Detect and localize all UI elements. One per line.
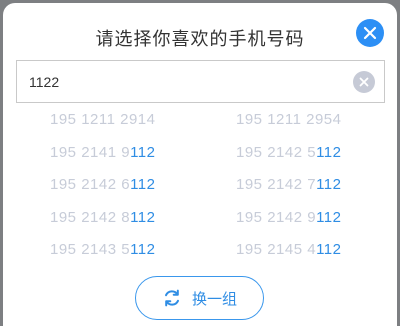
refresh-button[interactable]: 换一组	[135, 276, 264, 320]
phone-number-option[interactable]: 195 2145 4112	[236, 241, 342, 258]
phone-number-prefix: 195 2141 9	[50, 143, 131, 161]
phone-number-match-highlight: 112	[316, 208, 342, 226]
phone-number-option[interactable]: 195 2142 7112	[236, 176, 342, 193]
phone-number-prefix: 195 2142 5	[236, 143, 317, 161]
phone-number-match-highlight: 112	[316, 176, 342, 193]
phone-number-option[interactable]: 195 2142 8112	[50, 209, 156, 226]
phone-number-prefix: 195 2142 9	[236, 208, 317, 226]
phone-number-match-highlight: 112	[316, 143, 342, 161]
phone-number-prefix: 195 2145 4	[236, 241, 317, 258]
phone-number-match-highlight: 112	[130, 176, 156, 193]
number-row: 195 2141 9112 195 2142 5112	[3, 144, 397, 177]
number-row: 195 2143 5112 195 2145 4112	[3, 241, 397, 274]
clear-search-button[interactable]	[353, 71, 375, 93]
phone-number-option[interactable]: 195 2141 9112	[50, 144, 156, 161]
phone-number-option[interactable]: 195 2142 6112	[50, 176, 156, 193]
phone-number-option[interactable]: 195 2143 5112	[50, 241, 156, 258]
close-icon	[363, 26, 377, 40]
number-row: 195 1211 2914 195 1211 2954	[3, 111, 397, 144]
number-list: 195 1211 2914 195 1211 2954 195 2141 9112 1…	[3, 111, 397, 274]
phone-number-match-highlight: 112	[130, 143, 156, 161]
refresh-icon	[164, 289, 179, 307]
search-box	[16, 60, 385, 103]
phone-number-prefix: 195 1211 2914	[50, 111, 156, 128]
phone-number-prefix: 195 2142 6	[50, 176, 131, 193]
phone-number-option[interactable]: 195 1211 2914	[50, 111, 156, 128]
phone-number-option[interactable]: 195 2142 5112	[236, 144, 342, 161]
phone-number-option[interactable]: 195 1211 2954	[236, 111, 342, 128]
phone-number-match-highlight: 112	[316, 241, 342, 258]
number-row: 195 2142 8112 195 2142 9112	[3, 209, 397, 242]
phone-number-prefix: 195 1211 2954	[236, 111, 342, 128]
search-input[interactable]	[29, 71, 329, 93]
phone-number-match-highlight: 112	[130, 208, 156, 226]
clear-icon	[359, 77, 369, 87]
number-row: 195 2142 6112 195 2142 7112	[3, 176, 397, 209]
close-button[interactable]	[356, 19, 384, 47]
phone-number-prefix: 195 2142 7	[236, 176, 317, 193]
phone-number-prefix: 195 2143 5	[50, 241, 131, 258]
dialog-title: 请选择你喜欢的手机号码	[95, 29, 305, 50]
phone-number-match-highlight: 112	[130, 241, 156, 258]
phone-number-option[interactable]: 195 2142 9112	[236, 209, 342, 226]
refresh-label: 换一组	[191, 289, 237, 308]
phone-number-picker-dialog: 请选择你喜欢的手机号码 195 1211 2914195 1211 295419…	[3, 3, 397, 326]
phone-number-prefix: 195 2142 8	[50, 208, 131, 226]
